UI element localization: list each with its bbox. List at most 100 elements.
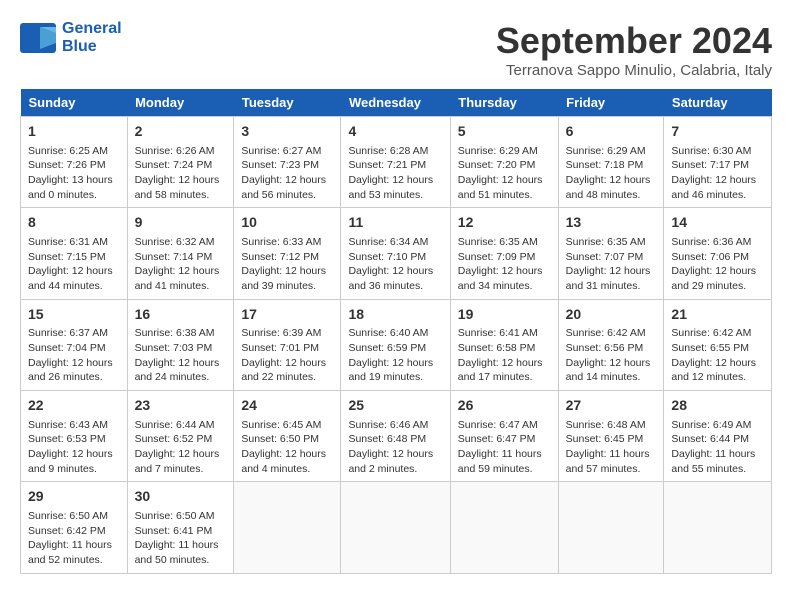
calendar-cell: 26Sunrise: 6:47 AM Sunset: 6:47 PM Dayli…	[450, 391, 558, 482]
calendar-cell: 20Sunrise: 6:42 AM Sunset: 6:56 PM Dayli…	[558, 299, 664, 390]
day-number: 23	[135, 396, 227, 416]
calendar-cell: 18Sunrise: 6:40 AM Sunset: 6:59 PM Dayli…	[341, 299, 450, 390]
day-number: 15	[28, 305, 120, 325]
day-detail: Sunrise: 6:50 AM Sunset: 6:41 PM Dayligh…	[135, 509, 227, 568]
day-detail: Sunrise: 6:31 AM Sunset: 7:15 PM Dayligh…	[28, 235, 120, 294]
day-detail: Sunrise: 6:46 AM Sunset: 6:48 PM Dayligh…	[348, 418, 442, 477]
day-number: 13	[566, 213, 657, 233]
calendar-cell: 17Sunrise: 6:39 AM Sunset: 7:01 PM Dayli…	[234, 299, 341, 390]
day-detail: Sunrise: 6:28 AM Sunset: 7:21 PM Dayligh…	[348, 144, 442, 203]
calendar-cell: 10Sunrise: 6:33 AM Sunset: 7:12 PM Dayli…	[234, 208, 341, 299]
day-number: 22	[28, 396, 120, 416]
calendar-cell: 14Sunrise: 6:36 AM Sunset: 7:06 PM Dayli…	[664, 208, 772, 299]
day-detail: Sunrise: 6:34 AM Sunset: 7:10 PM Dayligh…	[348, 235, 442, 294]
day-number: 6	[566, 122, 657, 142]
calendar-week-1: 1Sunrise: 6:25 AM Sunset: 7:26 PM Daylig…	[21, 117, 772, 208]
day-detail: Sunrise: 6:44 AM Sunset: 6:52 PM Dayligh…	[135, 418, 227, 477]
calendar-cell: 30Sunrise: 6:50 AM Sunset: 6:41 PM Dayli…	[127, 482, 234, 573]
calendar-cell: 11Sunrise: 6:34 AM Sunset: 7:10 PM Dayli…	[341, 208, 450, 299]
calendar-cell: 7Sunrise: 6:30 AM Sunset: 7:17 PM Daylig…	[664, 117, 772, 208]
day-detail: Sunrise: 6:41 AM Sunset: 6:58 PM Dayligh…	[458, 326, 551, 385]
calendar-cell	[341, 482, 450, 573]
calendar-week-5: 29Sunrise: 6:50 AM Sunset: 6:42 PM Dayli…	[21, 482, 772, 573]
calendar-cell: 21Sunrise: 6:42 AM Sunset: 6:55 PM Dayli…	[664, 299, 772, 390]
day-detail: Sunrise: 6:35 AM Sunset: 7:07 PM Dayligh…	[566, 235, 657, 294]
calendar-cell: 5Sunrise: 6:29 AM Sunset: 7:20 PM Daylig…	[450, 117, 558, 208]
calendar-cell: 16Sunrise: 6:38 AM Sunset: 7:03 PM Dayli…	[127, 299, 234, 390]
header-tuesday: Tuesday	[234, 89, 341, 117]
day-detail: Sunrise: 6:43 AM Sunset: 6:53 PM Dayligh…	[28, 418, 120, 477]
calendar-cell: 4Sunrise: 6:28 AM Sunset: 7:21 PM Daylig…	[341, 117, 450, 208]
day-number: 19	[458, 305, 551, 325]
calendar-cell: 28Sunrise: 6:49 AM Sunset: 6:44 PM Dayli…	[664, 391, 772, 482]
header: General Blue September 2024 Terranova Sa…	[20, 20, 772, 79]
calendar-table: SundayMondayTuesdayWednesdayThursdayFrid…	[20, 89, 772, 574]
calendar-cell: 1Sunrise: 6:25 AM Sunset: 7:26 PM Daylig…	[21, 117, 128, 208]
day-number: 24	[241, 396, 333, 416]
header-thursday: Thursday	[450, 89, 558, 117]
header-friday: Friday	[558, 89, 664, 117]
day-number: 12	[458, 213, 551, 233]
day-detail: Sunrise: 6:36 AM Sunset: 7:06 PM Dayligh…	[671, 235, 764, 294]
logo: General Blue	[20, 20, 122, 56]
day-number: 30	[135, 487, 227, 507]
day-detail: Sunrise: 6:29 AM Sunset: 7:20 PM Dayligh…	[458, 144, 551, 203]
day-number: 7	[671, 122, 764, 142]
calendar-cell: 15Sunrise: 6:37 AM Sunset: 7:04 PM Dayli…	[21, 299, 128, 390]
calendar-cell: 12Sunrise: 6:35 AM Sunset: 7:09 PM Dayli…	[450, 208, 558, 299]
day-detail: Sunrise: 6:49 AM Sunset: 6:44 PM Dayligh…	[671, 418, 764, 477]
calendar-cell: 25Sunrise: 6:46 AM Sunset: 6:48 PM Dayli…	[341, 391, 450, 482]
day-detail: Sunrise: 6:39 AM Sunset: 7:01 PM Dayligh…	[241, 326, 333, 385]
day-number: 8	[28, 213, 120, 233]
day-number: 5	[458, 122, 551, 142]
day-number: 9	[135, 213, 227, 233]
day-detail: Sunrise: 6:33 AM Sunset: 7:12 PM Dayligh…	[241, 235, 333, 294]
day-number: 10	[241, 213, 333, 233]
day-detail: Sunrise: 6:42 AM Sunset: 6:56 PM Dayligh…	[566, 326, 657, 385]
calendar-cell	[234, 482, 341, 573]
day-number: 3	[241, 122, 333, 142]
day-number: 16	[135, 305, 227, 325]
calendar-cell: 8Sunrise: 6:31 AM Sunset: 7:15 PM Daylig…	[21, 208, 128, 299]
day-detail: Sunrise: 6:32 AM Sunset: 7:14 PM Dayligh…	[135, 235, 227, 294]
day-number: 17	[241, 305, 333, 325]
day-detail: Sunrise: 6:50 AM Sunset: 6:42 PM Dayligh…	[28, 509, 120, 568]
day-detail: Sunrise: 6:45 AM Sunset: 6:50 PM Dayligh…	[241, 418, 333, 477]
day-number: 21	[671, 305, 764, 325]
calendar-cell: 9Sunrise: 6:32 AM Sunset: 7:14 PM Daylig…	[127, 208, 234, 299]
title-area: September 2024 Terranova Sappo Minulio, …	[496, 20, 772, 79]
day-detail: Sunrise: 6:42 AM Sunset: 6:55 PM Dayligh…	[671, 326, 764, 385]
day-number: 28	[671, 396, 764, 416]
calendar-cell: 24Sunrise: 6:45 AM Sunset: 6:50 PM Dayli…	[234, 391, 341, 482]
calendar-cell	[664, 482, 772, 573]
calendar-cell: 29Sunrise: 6:50 AM Sunset: 6:42 PM Dayli…	[21, 482, 128, 573]
day-number: 26	[458, 396, 551, 416]
calendar-week-2: 8Sunrise: 6:31 AM Sunset: 7:15 PM Daylig…	[21, 208, 772, 299]
day-number: 1	[28, 122, 120, 142]
calendar-cell: 22Sunrise: 6:43 AM Sunset: 6:53 PM Dayli…	[21, 391, 128, 482]
calendar-cell: 27Sunrise: 6:48 AM Sunset: 6:45 PM Dayli…	[558, 391, 664, 482]
calendar-cell: 3Sunrise: 6:27 AM Sunset: 7:23 PM Daylig…	[234, 117, 341, 208]
calendar-cell: 19Sunrise: 6:41 AM Sunset: 6:58 PM Dayli…	[450, 299, 558, 390]
day-number: 14	[671, 213, 764, 233]
day-detail: Sunrise: 6:48 AM Sunset: 6:45 PM Dayligh…	[566, 418, 657, 477]
calendar-week-3: 15Sunrise: 6:37 AM Sunset: 7:04 PM Dayli…	[21, 299, 772, 390]
day-number: 4	[348, 122, 442, 142]
day-number: 29	[28, 487, 120, 507]
calendar-cell: 6Sunrise: 6:29 AM Sunset: 7:18 PM Daylig…	[558, 117, 664, 208]
location-subtitle: Terranova Sappo Minulio, Calabria, Italy	[496, 62, 772, 79]
logo-text: General Blue	[62, 20, 122, 56]
day-number: 18	[348, 305, 442, 325]
day-detail: Sunrise: 6:40 AM Sunset: 6:59 PM Dayligh…	[348, 326, 442, 385]
day-detail: Sunrise: 6:35 AM Sunset: 7:09 PM Dayligh…	[458, 235, 551, 294]
header-saturday: Saturday	[664, 89, 772, 117]
calendar-cell: 13Sunrise: 6:35 AM Sunset: 7:07 PM Dayli…	[558, 208, 664, 299]
day-detail: Sunrise: 6:26 AM Sunset: 7:24 PM Dayligh…	[135, 144, 227, 203]
day-detail: Sunrise: 6:30 AM Sunset: 7:17 PM Dayligh…	[671, 144, 764, 203]
day-number: 20	[566, 305, 657, 325]
day-detail: Sunrise: 6:29 AM Sunset: 7:18 PM Dayligh…	[566, 144, 657, 203]
month-title: September 2024	[496, 20, 772, 62]
calendar-cell: 2Sunrise: 6:26 AM Sunset: 7:24 PM Daylig…	[127, 117, 234, 208]
calendar-cell	[450, 482, 558, 573]
logo-icon	[20, 23, 56, 53]
